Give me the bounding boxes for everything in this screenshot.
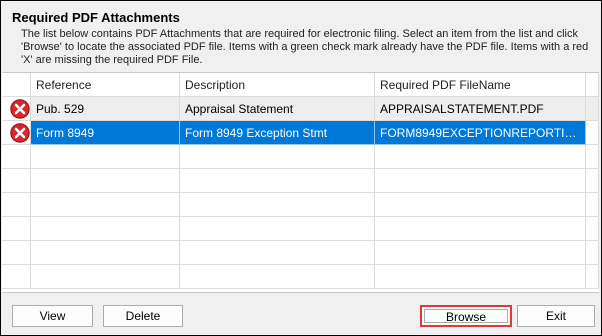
row-reference[interactable]: Pub. 529 (31, 97, 180, 121)
empty-row (2, 145, 599, 169)
empty-cell (31, 169, 180, 193)
empty-cell (586, 217, 599, 241)
browse-button-highlight: Browse (420, 305, 512, 327)
empty-cell (180, 193, 375, 217)
empty-cell (2, 241, 31, 265)
row-filename[interactable]: FORM8949EXCEPTIONREPORTINGS... (375, 121, 586, 145)
empty-cell (586, 145, 599, 169)
empty-row (2, 169, 599, 193)
column-header-filename[interactable]: Required PDF FileName (375, 73, 586, 97)
empty-cell (586, 265, 599, 289)
browse-button[interactable]: Browse (424, 309, 508, 324)
empty-cell (586, 241, 599, 265)
empty-cell (180, 169, 375, 193)
empty-cell (31, 265, 180, 289)
empty-cell (375, 145, 586, 169)
empty-cell (31, 217, 180, 241)
grid-header-icon-column (2, 73, 31, 97)
empty-cell (180, 265, 375, 289)
empty-cell (2, 145, 31, 169)
row-description[interactable]: Form 8949 Exception Stmt (180, 121, 375, 145)
empty-cell (2, 265, 31, 289)
table-row[interactable]: Form 8949 Form 8949 Exception Stmt FORM8… (2, 121, 599, 145)
empty-cell (375, 265, 586, 289)
row-reference[interactable]: Form 8949 (31, 121, 180, 145)
attachments-grid: Reference Description Required PDF FileN… (2, 72, 599, 293)
red-x-icon (10, 123, 30, 143)
empty-cell (2, 169, 31, 193)
empty-cell (586, 169, 599, 193)
empty-cell (2, 217, 31, 241)
empty-cell (375, 241, 586, 265)
column-header-description[interactable]: Description (180, 73, 375, 97)
delete-button[interactable]: Delete (103, 305, 183, 327)
empty-row (2, 193, 599, 217)
empty-cell (31, 145, 180, 169)
empty-cell (375, 193, 586, 217)
empty-cell (180, 145, 375, 169)
grid-header-filler (586, 73, 599, 97)
empty-row (2, 241, 599, 265)
grid-header-row: Reference Description Required PDF FileN… (2, 73, 599, 97)
empty-row (2, 265, 599, 289)
row-filler (586, 121, 599, 145)
exit-button[interactable]: Exit (517, 305, 595, 327)
empty-cell (375, 217, 586, 241)
view-button[interactable]: View (12, 305, 93, 327)
red-x-icon (10, 99, 30, 119)
empty-cell (375, 169, 586, 193)
empty-cell (180, 217, 375, 241)
empty-cell (31, 241, 180, 265)
dialog-description: The list below contains PDF Attachments … (21, 28, 589, 66)
column-header-reference[interactable]: Reference (31, 73, 180, 97)
empty-cell (180, 241, 375, 265)
row-description[interactable]: Appraisal Statement (180, 97, 375, 121)
row-filler (586, 97, 599, 121)
empty-cell (31, 193, 180, 217)
required-pdf-attachments-dialog: Required PDF Attachments The list below … (0, 0, 602, 336)
empty-cell (2, 193, 31, 217)
table-row[interactable]: Pub. 529 Appraisal Statement APPRAISALST… (2, 97, 599, 121)
empty-row (2, 217, 599, 241)
row-filename[interactable]: APPRAISALSTATEMENT.PDF (375, 97, 586, 121)
dialog-title: Required PDF Attachments (12, 10, 180, 25)
empty-cell (586, 193, 599, 217)
